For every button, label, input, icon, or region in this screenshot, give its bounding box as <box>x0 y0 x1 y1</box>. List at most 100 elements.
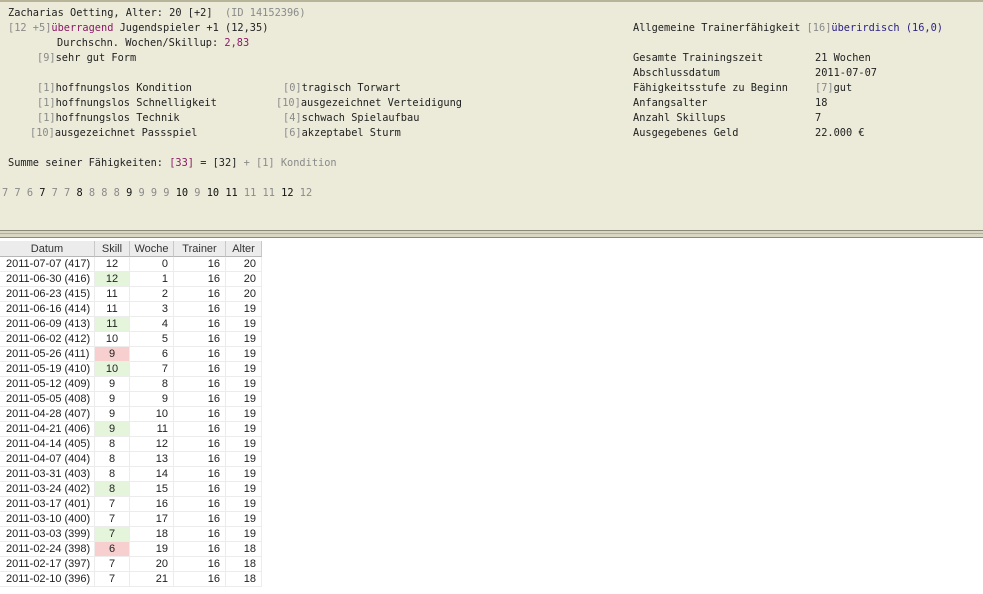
progression-value: 11 <box>243 187 257 199</box>
col-header-datum[interactable]: Datum <box>0 241 95 257</box>
cell-trainer: 16 <box>174 422 226 437</box>
progression-value: 8 <box>101 187 108 199</box>
skill-sturm: [6]akzeptabel Sturm <box>283 127 401 139</box>
cell-woche: 1 <box>130 272 174 287</box>
table-row[interactable]: 2011-02-17 (397) 7 20 16 18 <box>0 557 262 572</box>
table-row[interactable]: 2011-05-26 (411) 9 6 16 19 <box>0 347 262 362</box>
cell-skill: 10 <box>95 332 130 347</box>
table-row[interactable]: 2011-06-16 (414) 11 3 16 19 <box>0 302 262 317</box>
progression-value: 7 <box>51 187 58 199</box>
progression-value: 7 <box>39 187 46 199</box>
cell-woche: 6 <box>130 347 174 362</box>
table-row[interactable]: 2011-04-14 (405) 8 12 16 19 <box>0 437 262 452</box>
cell-trainer: 16 <box>174 572 226 587</box>
table-row[interactable]: 2011-02-24 (398) 6 19 16 18 <box>0 542 262 557</box>
col-header-alter[interactable]: Alter <box>226 241 262 257</box>
cell-trainer: 16 <box>174 317 226 332</box>
col-header-trainer[interactable]: Trainer <box>174 241 226 257</box>
cell-datum: 2011-06-30 (416) <box>0 272 95 287</box>
cell-alter: 19 <box>226 392 262 407</box>
cell-trainer: 16 <box>174 497 226 512</box>
splitter-handle[interactable] <box>0 230 983 238</box>
cell-skill: 11 <box>95 317 130 332</box>
cell-trainer: 16 <box>174 482 226 497</box>
table-row[interactable]: 2011-05-05 (408) 9 9 16 19 <box>0 392 262 407</box>
cell-alter: 19 <box>226 332 262 347</box>
cell-datum: 2011-04-14 (405) <box>0 437 95 452</box>
table-row[interactable]: 2011-03-17 (401) 7 16 16 19 <box>0 497 262 512</box>
progression-value: 7 <box>2 187 9 199</box>
cell-skill: 7 <box>95 557 130 572</box>
skill-torwart: [0]tragisch Torwart <box>283 82 401 94</box>
table-row[interactable]: 2011-03-10 (400) 7 17 16 19 <box>0 512 262 527</box>
skill-verteidigung: [10]ausgezeichnet Verteidigung <box>276 97 462 109</box>
skill-sum: Summe seiner Fähigkeiten: [33] = [32] + … <box>8 157 337 169</box>
cell-woche: 2 <box>130 287 174 302</box>
table-row[interactable]: 2011-04-21 (406) 9 11 16 19 <box>0 422 262 437</box>
cell-skill: 11 <box>95 302 130 317</box>
stat-label-start-level: Fähigkeitsstufe zu Beginn <box>633 82 788 94</box>
skill-kondition: [1]hoffnungslos Kondition <box>37 82 192 94</box>
cell-datum: 2011-06-23 (415) <box>0 287 95 302</box>
table-row[interactable]: 2011-03-03 (399) 7 18 16 19 <box>0 527 262 542</box>
cell-datum: 2011-07-07 (417) <box>0 257 95 272</box>
progression-value: 9 <box>138 187 145 199</box>
splitter-grip <box>0 233 983 234</box>
col-header-skill[interactable]: Skill <box>95 241 130 257</box>
table-row[interactable]: 2011-03-31 (403) 8 14 16 19 <box>0 467 262 482</box>
table-row[interactable]: 2011-06-09 (413) 11 4 16 19 <box>0 317 262 332</box>
cell-datum: 2011-05-12 (409) <box>0 377 95 392</box>
cell-trainer: 16 <box>174 407 226 422</box>
cell-skill: 7 <box>95 512 130 527</box>
table-row[interactable]: 2011-04-28 (407) 9 10 16 19 <box>0 407 262 422</box>
skill-spielaufbau: [4]schwach Spielaufbau <box>283 112 420 124</box>
cell-woche: 15 <box>130 482 174 497</box>
table-row[interactable]: 2011-06-23 (415) 11 2 16 20 <box>0 287 262 302</box>
table-row[interactable]: 2011-05-12 (409) 9 8 16 19 <box>0 377 262 392</box>
cell-trainer: 16 <box>174 257 226 272</box>
cell-datum: 2011-02-10 (396) <box>0 572 95 587</box>
stat-label-end-date: Abschlussdatum <box>633 67 720 79</box>
table-row[interactable]: 2011-02-10 (396) 7 21 16 18 <box>0 572 262 587</box>
cell-woche: 12 <box>130 437 174 452</box>
progression-value: 7 <box>64 187 71 199</box>
cell-trainer: 16 <box>174 527 226 542</box>
cell-woche: 13 <box>130 452 174 467</box>
cell-skill: 9 <box>95 407 130 422</box>
stat-value-end-date: 2011-07-07 <box>815 67 877 79</box>
cell-trainer: 16 <box>174 512 226 527</box>
cell-woche: 14 <box>130 467 174 482</box>
progression-value: 9 <box>194 187 201 199</box>
cell-alter: 19 <box>226 377 262 392</box>
stat-value-skillups: 7 <box>815 112 822 124</box>
cell-datum: 2011-03-17 (401) <box>0 497 95 512</box>
player-rating: [12 +5]überragend Jugendspieler +1 (12,3… <box>8 22 269 34</box>
cell-trainer: 16 <box>174 302 226 317</box>
table-row[interactable]: 2011-05-19 (410) 10 7 16 19 <box>0 362 262 377</box>
cell-trainer: 16 <box>174 452 226 467</box>
table-row[interactable]: 2011-03-24 (402) 8 15 16 19 <box>0 482 262 497</box>
cell-skill: 7 <box>95 527 130 542</box>
table-row[interactable]: 2011-04-07 (404) 8 13 16 19 <box>0 452 262 467</box>
cell-skill: 9 <box>95 422 130 437</box>
cell-alter: 19 <box>226 422 262 437</box>
cell-woche: 9 <box>130 392 174 407</box>
cell-alter: 18 <box>226 557 262 572</box>
cell-alter: 18 <box>226 542 262 557</box>
cell-alter: 19 <box>226 347 262 362</box>
table-row[interactable]: 2011-07-07 (417) 12 0 16 20 <box>0 257 262 272</box>
cell-trainer: 16 <box>174 287 226 302</box>
stat-label-start-age: Anfangsalter <box>633 97 708 109</box>
cell-alter: 20 <box>226 287 262 302</box>
table-row[interactable]: 2011-06-30 (416) 12 1 16 20 <box>0 272 262 287</box>
cell-alter: 19 <box>226 467 262 482</box>
cell-trainer: 16 <box>174 392 226 407</box>
cell-skill: 8 <box>95 467 130 482</box>
cell-woche: 7 <box>130 362 174 377</box>
stat-label-training-time: Gesamte Trainingszeit <box>633 52 764 64</box>
col-header-woche[interactable]: Woche <box>130 241 174 257</box>
cell-woche: 20 <box>130 557 174 572</box>
progression-value: 12 <box>281 187 294 199</box>
table-row[interactable]: 2011-06-02 (412) 10 5 16 19 <box>0 332 262 347</box>
cell-woche: 19 <box>130 542 174 557</box>
